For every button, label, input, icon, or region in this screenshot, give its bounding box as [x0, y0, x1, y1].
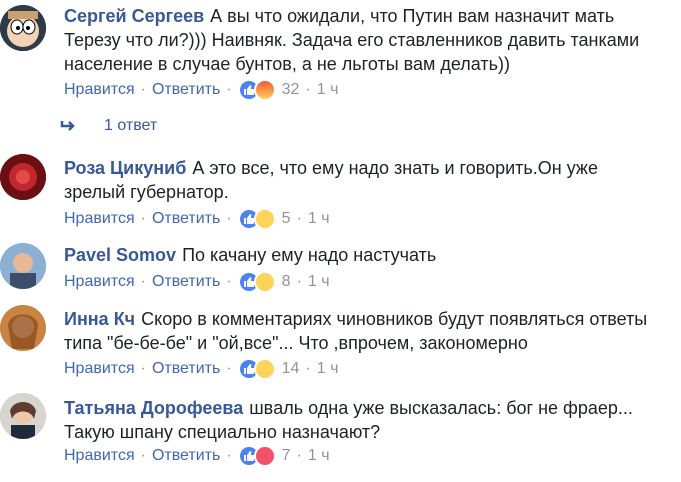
timestamp[interactable]: 1 ч [317, 81, 339, 99]
view-replies[interactable]: 1 ответ [60, 117, 157, 135]
timestamp[interactable]: 1 ч [308, 210, 330, 228]
avatar[interactable] [0, 393, 46, 439]
woman2-avatar-icon [0, 393, 46, 439]
like-button[interactable]: Нравится [64, 81, 135, 99]
reactions[interactable] [237, 358, 276, 380]
separator: · [226, 360, 232, 377]
comment-text: Скоро в комментариях чиновников будут по… [141, 309, 648, 329]
separator: · [305, 360, 311, 377]
comment-text: Терезу что ли?))) Наивняк. Задача его ст… [64, 30, 640, 50]
reactions[interactable] [237, 208, 276, 230]
like-button[interactable]: Нравится [64, 447, 135, 465]
separator: · [140, 273, 146, 290]
reply-button[interactable]: Ответить [152, 447, 220, 465]
reactions[interactable] [237, 79, 276, 101]
separator: · [140, 360, 146, 377]
comment-author[interactable]: Сергей Сергеев [64, 6, 204, 26]
haha-icon [253, 358, 276, 380]
timestamp[interactable]: 1 ч [317, 360, 339, 378]
reactions[interactable] [237, 445, 276, 467]
reaction-count[interactable]: 8 [282, 273, 291, 291]
reply-button[interactable]: Ответить [152, 273, 220, 291]
avatar[interactable] [0, 5, 46, 51]
avatar[interactable] [0, 243, 46, 289]
comment-author[interactable]: Инна Кч [64, 309, 135, 329]
comment-text: население в случае бунтов, а не льготы в… [64, 54, 511, 74]
replies-label[interactable]: 1 ответ [104, 117, 157, 135]
reaction-count[interactable]: 5 [282, 210, 291, 228]
reply-button[interactable]: Ответить [152, 210, 220, 228]
avatar[interactable] [0, 154, 46, 200]
avatar[interactable] [0, 305, 46, 351]
woman-avatar-icon [0, 305, 46, 351]
separator: · [226, 273, 232, 290]
like-button[interactable]: Нравится [64, 360, 135, 378]
red-avatar-icon [0, 154, 46, 200]
comment-text: швaль одна уже высказалась: бог не фраер… [249, 398, 633, 418]
separator: · [140, 81, 146, 98]
comment-author[interactable]: Pavel Somov [64, 245, 176, 265]
comment-text: А это все, что ему надо знать и говорить… [192, 158, 598, 178]
timestamp[interactable]: 1 ч [308, 273, 330, 291]
separator: · [226, 81, 232, 98]
comment-text: А вы что ожидали, что Путин вам назначит… [210, 6, 615, 26]
separator: · [140, 210, 146, 227]
reply-button[interactable]: Ответить [152, 360, 220, 378]
comment-author[interactable]: Роза Цикуниб [64, 158, 186, 178]
separator: · [305, 81, 311, 98]
timestamp[interactable]: 1 ч [308, 447, 330, 465]
reaction-count[interactable]: 14 [282, 360, 300, 378]
reaction-count[interactable]: 7 [282, 447, 291, 465]
separator: · [140, 447, 146, 464]
cartoon-avatar-icon [0, 5, 46, 51]
comment-text: зрелый губернатор. [64, 182, 229, 202]
haha-icon [253, 208, 276, 230]
like-button[interactable]: Нравится [64, 210, 135, 228]
man-avatar-icon [0, 243, 46, 289]
separator: · [296, 210, 302, 227]
comment-author[interactable]: Татьяна Дорофеева [64, 398, 243, 418]
reactions[interactable] [237, 271, 276, 293]
love-icon [253, 445, 276, 467]
reply-arrow-icon [60, 121, 75, 131]
separator: · [296, 273, 302, 290]
comment-text: Такую шпану специально назначают? [64, 422, 381, 442]
reaction-count[interactable]: 32 [282, 81, 300, 99]
reply-button[interactable]: Ответить [152, 81, 220, 99]
separator: · [226, 447, 232, 464]
separator: · [296, 447, 302, 464]
angry-icon [253, 79, 276, 101]
like-button[interactable]: Нравится [64, 273, 135, 291]
comment-text: По качану ему надо настучать [182, 245, 437, 265]
separator: · [226, 210, 232, 227]
haha-icon [253, 271, 276, 293]
comment-text: типа "бе-бе-бе" и "ой,все"... Что ,впроч… [64, 333, 528, 353]
